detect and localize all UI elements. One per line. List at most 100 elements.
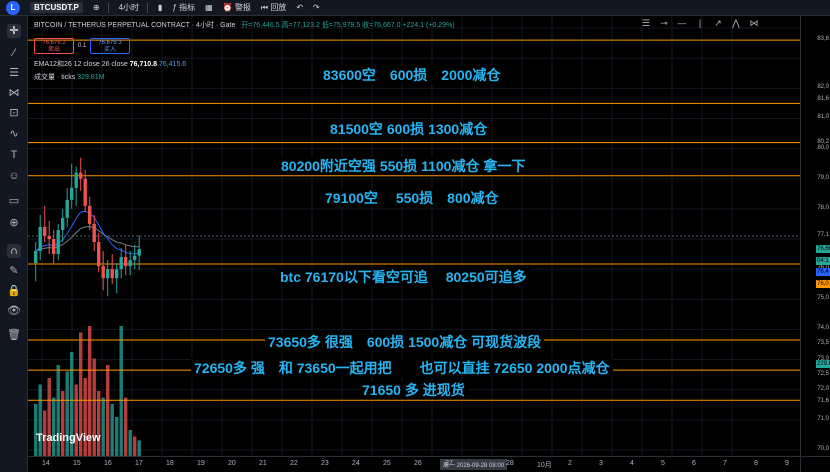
volume-title: 成交量 · ticks xyxy=(34,74,76,81)
alert-button[interactable]: ⏰ 警报 xyxy=(223,2,251,13)
level-annotation-79100[interactable]: 79100空 550损 800减仓 xyxy=(322,189,502,207)
candle-body xyxy=(79,172,83,179)
sell-button[interactable]: 76,676.2 卖出 xyxy=(34,38,74,54)
symbol-search-button[interactable]: BTCUSDT.P xyxy=(30,2,83,13)
time-tick: 7 xyxy=(723,460,727,467)
candle-body xyxy=(34,251,38,264)
level-annotation-71650[interactable]: 71650 多 进现货 xyxy=(359,381,468,399)
volume-bar xyxy=(110,404,114,456)
visibility-icon[interactable]: 👁 xyxy=(7,304,21,318)
volume-bar xyxy=(74,384,78,456)
add-symbol-icon[interactable]: ⊕ xyxy=(93,3,100,12)
price-tick: 71,0 xyxy=(817,415,829,422)
level-annotation-80200[interactable]: 80200附近空强 550损 1100减仓 拿一下 xyxy=(278,157,529,175)
text-tool-icon[interactable]: T xyxy=(7,148,21,162)
time-tick: 27 xyxy=(445,460,453,467)
emoji-icon[interactable]: ☺ xyxy=(7,169,21,183)
candle-body xyxy=(47,236,51,240)
fib-icon[interactable]: ⋈ xyxy=(7,86,21,100)
buy-label: 买入 xyxy=(103,47,116,53)
time-tick: 18 xyxy=(166,460,174,467)
crosshair-icon[interactable]: ✛ xyxy=(7,24,21,38)
symbol-legend: BITCOIN / TETHERUS PERPETUAL CONTRACT · … xyxy=(34,20,455,30)
trend-line-icon[interactable]: ∕ xyxy=(7,46,21,60)
level-annotation-83600[interactable]: 83600空 600损 2000减仓 xyxy=(320,66,504,84)
fib-tool-icon[interactable]: ⋈ xyxy=(748,18,760,29)
ohlc-values: 开=76,446.5 高=77,123.2 低=75,979.5 收=76,66… xyxy=(241,22,455,29)
magnet-icon[interactable]: ∩ xyxy=(7,244,21,258)
sell-price: 76,676.2 xyxy=(42,40,66,46)
level-annotation-73650[interactable]: 73650多 很强 600损 1500减仓 可现货波段 xyxy=(265,333,545,351)
indicators-button[interactable]: ƒ 指标 xyxy=(172,2,195,13)
pattern-tool-icon[interactable]: ⋀ xyxy=(730,18,742,29)
time-tick: 23 xyxy=(321,460,329,467)
candle-body xyxy=(65,199,69,218)
candle-body xyxy=(74,172,78,188)
zoom-icon[interactable]: ⊕ xyxy=(7,216,21,230)
stay-drawing-icon[interactable]: ✎ xyxy=(7,264,21,278)
time-tick: 19 xyxy=(197,460,205,467)
vertical-line-icon[interactable]: | xyxy=(694,18,706,28)
pattern-icon[interactable]: ⊡ xyxy=(7,106,21,120)
ray-icon[interactable]: ↗ xyxy=(712,18,724,29)
horizontal-line-icon[interactable]: — xyxy=(676,18,688,28)
lock-icon[interactable]: 🔒 xyxy=(7,284,21,298)
time-tick: 28 xyxy=(506,460,514,467)
time-tick: 4 xyxy=(630,460,634,467)
level-annotation-76170[interactable]: btc 76170以下看空可追 80250可追多 xyxy=(277,268,530,286)
undo-icon[interactable]: ↶ xyxy=(296,3,303,12)
ruler-icon[interactable]: ▭ xyxy=(7,194,21,208)
price-tick: 77,1 xyxy=(817,232,829,238)
volume-bar xyxy=(61,391,65,456)
sell-label: 卖出 xyxy=(47,47,60,53)
time-tick: 14 xyxy=(42,460,50,467)
volume-bar xyxy=(97,391,101,456)
candle-body xyxy=(56,229,60,255)
price-axis[interactable]: 83,682,081,681,080,280,079,078,077,176,0… xyxy=(800,16,830,456)
candle-body xyxy=(128,260,132,267)
redo-icon[interactable]: ↷ xyxy=(313,3,320,12)
volume-legend[interactable]: 成交量 · ticks 329.81M xyxy=(34,72,104,82)
spread-value: 0.1 xyxy=(78,43,87,49)
ema-legend[interactable]: EMA12和26 12 close 26 close 76,710.8 76,4… xyxy=(34,59,186,69)
trash-icon[interactable]: 🗑 xyxy=(7,328,21,342)
candle-body xyxy=(88,205,92,224)
drawing-shortcuts: ☰ ⊸ — | ↗ ⋀ ⋈ xyxy=(640,16,795,30)
alert-label: 警报 xyxy=(234,3,251,12)
price-tick: 72,5 xyxy=(817,370,829,377)
time-tick: 21 xyxy=(259,460,267,467)
price-tick: 78,0 xyxy=(817,204,829,211)
candle-body xyxy=(38,226,42,252)
bar-style-icon[interactable]: ▮ xyxy=(158,3,162,12)
time-axis[interactable]: 周一 2026-09-28 08:00 14 15 16 17 18 19 20 21 22 23… xyxy=(28,456,800,472)
time-tick: 25 xyxy=(383,460,391,467)
buy-button[interactable]: 76,676.3 买入 xyxy=(90,38,130,54)
account-avatar[interactable]: L xyxy=(6,0,20,15)
time-tick: 22 xyxy=(290,460,298,467)
candle-body xyxy=(43,226,47,236)
prediction-icon[interactable]: ∿ xyxy=(7,127,21,141)
volume-bar xyxy=(137,440,141,456)
volume-bar xyxy=(38,384,42,456)
volume-bar xyxy=(128,430,132,456)
volume-bar xyxy=(115,417,119,456)
ema26-value: 76,415.6 xyxy=(158,61,187,68)
price-tick: 73,5 xyxy=(817,340,829,347)
replay-button[interactable]: ⏮ 回放 xyxy=(261,2,286,13)
candle-body xyxy=(119,257,123,270)
level-annotation-81500[interactable]: 81500空 600损 1300减仓 xyxy=(327,120,491,138)
interval-button[interactable]: 4小时 xyxy=(119,2,139,13)
candle-body xyxy=(97,242,101,267)
lines-icon[interactable]: ☰ xyxy=(640,18,652,29)
price-tick: 74,0 xyxy=(817,325,829,332)
horizontal-lines-icon[interactable]: ☰ xyxy=(7,66,21,80)
time-tick: 15 xyxy=(73,460,81,467)
ema-title: EMA12和26 12 close 26 close xyxy=(34,61,128,68)
level-annotation-72650[interactable]: 72650多 强 和 73650一起用把 也可以直挂 72650 2000点减仓 xyxy=(191,359,613,377)
horizontal-ray-icon[interactable]: ⊸ xyxy=(658,18,670,29)
layout-icon[interactable]: ▦ xyxy=(205,3,213,12)
chart-pane[interactable]: BITCOIN / TETHERUS PERPETUAL CONTRACT · … xyxy=(28,16,800,456)
candle-body xyxy=(83,178,87,206)
price-tag: 229.8 xyxy=(816,360,830,369)
axis-corner[interactable] xyxy=(800,456,830,472)
